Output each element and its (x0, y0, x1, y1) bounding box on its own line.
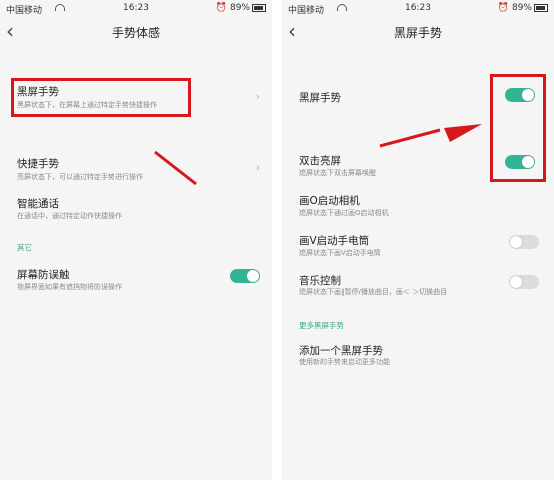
annotation-arrows (154, 124, 482, 186)
red-arrow (154, 150, 197, 186)
red-arrow (379, 124, 482, 148)
